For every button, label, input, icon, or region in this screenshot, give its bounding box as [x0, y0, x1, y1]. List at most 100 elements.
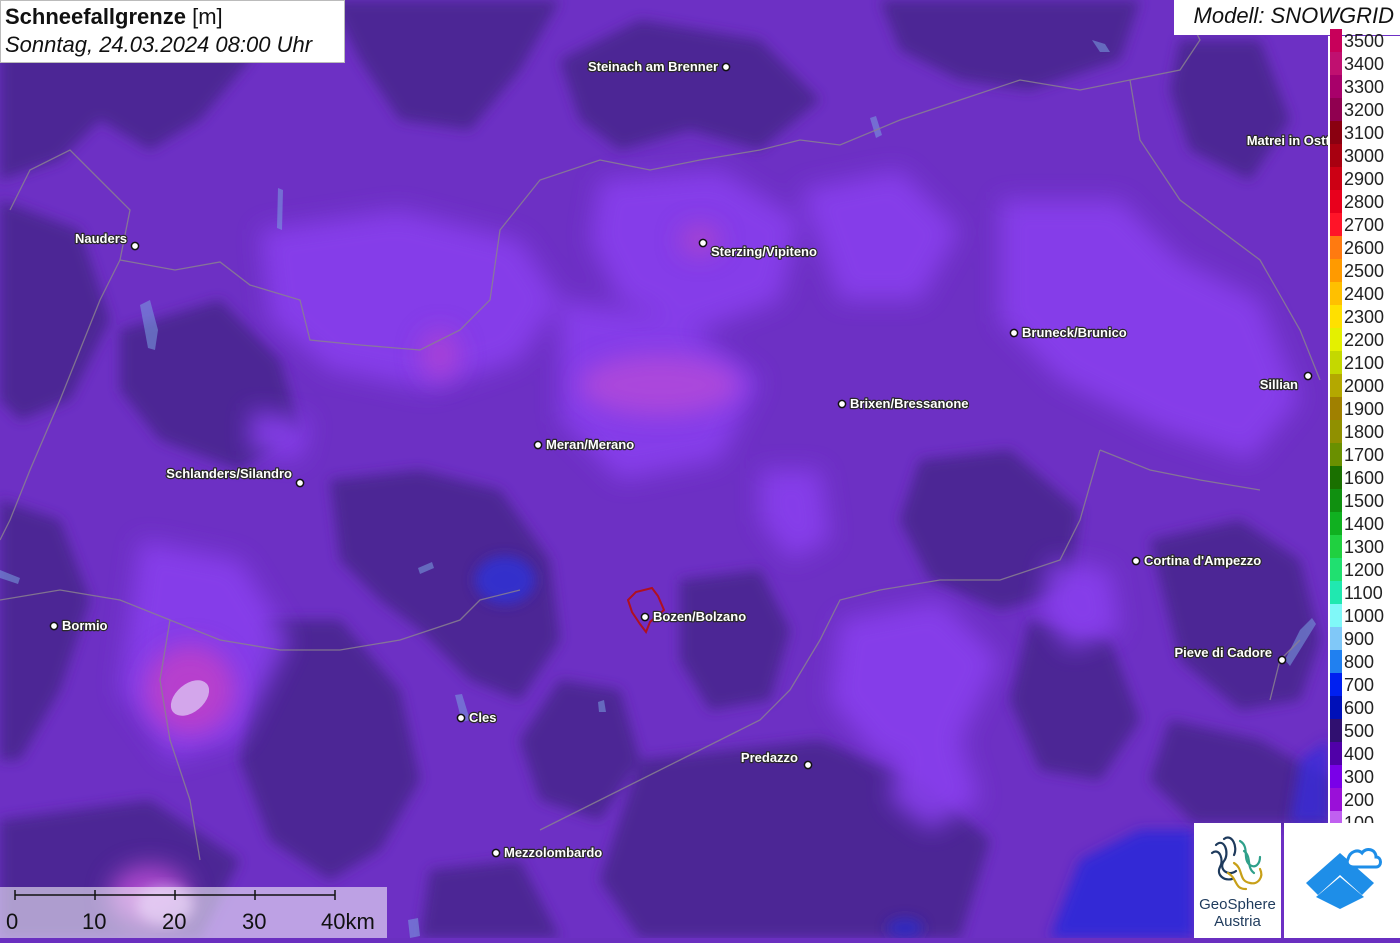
legend-row: 1700: [1328, 443, 1400, 466]
city-dot: [640, 612, 650, 622]
legend-row: 400: [1328, 742, 1400, 765]
parameter-unit: [m]: [192, 4, 223, 29]
legend-label: 900: [1344, 629, 1375, 649]
legend-label: 3300: [1344, 77, 1385, 97]
city-label: Nauders: [75, 231, 127, 246]
scale-label-30: 30: [242, 909, 267, 934]
city-marker: Bozen/Bolzano: [640, 608, 747, 625]
legend-row: 3200: [1328, 98, 1400, 121]
legend-swatch: [1330, 604, 1342, 627]
legend-swatch: [1330, 282, 1342, 305]
legend-swatch: [1330, 397, 1342, 420]
city-marker: Meran/Merano: [533, 436, 635, 453]
legend-swatch: [1330, 98, 1342, 121]
legend-row: 3100: [1328, 121, 1400, 144]
legend-swatch: [1330, 144, 1342, 167]
legend-swatch: [1330, 788, 1342, 811]
legend-label: 1400: [1344, 514, 1385, 534]
city-label: Brixen/Bressanone: [850, 396, 969, 411]
city-label: Bormio: [62, 618, 108, 633]
legend-label: 3200: [1344, 100, 1385, 120]
city-label: Meran/Merano: [546, 437, 634, 452]
city-dot: [698, 238, 708, 248]
legend-swatch: [1330, 259, 1342, 282]
city-label: Bozen/Bolzano: [653, 609, 746, 624]
city-dot: [1277, 655, 1287, 665]
legend-label: 600: [1344, 698, 1375, 718]
legend-row: 1000: [1328, 604, 1400, 627]
city-label: Bruneck/Brunico: [1022, 325, 1127, 340]
city-marker: Steinach am Brenner: [587, 58, 731, 75]
legend-row: 3500: [1328, 29, 1400, 52]
legend-label: 2000: [1344, 376, 1385, 396]
legend-row: 1100: [1328, 581, 1400, 604]
legend-swatch: [1330, 374, 1342, 397]
parameter-name: Schneefallgrenze: [5, 4, 186, 29]
geosphere-name-line2: Austria: [1214, 913, 1261, 930]
legend-row: 2200: [1328, 328, 1400, 351]
legend-label: 3100: [1344, 123, 1385, 143]
city-marker: Mezzolombardo: [491, 844, 603, 861]
legend-label: 3500: [1344, 31, 1385, 51]
city-dot: [1131, 556, 1141, 566]
city-label: Cles: [469, 710, 496, 725]
legend-row: 600: [1328, 696, 1400, 719]
legend-row: 900: [1328, 627, 1400, 650]
legend-swatch: [1330, 581, 1342, 604]
legend-swatch: [1330, 328, 1342, 351]
legend-swatch: [1330, 719, 1342, 742]
geosphere-logo[interactable]: GeoSphere Austria: [1194, 823, 1281, 938]
legend-label: 2600: [1344, 238, 1385, 258]
city-label: Predazzo: [741, 750, 798, 765]
legend-row: 1200: [1328, 558, 1400, 581]
legend-row: 800: [1328, 650, 1400, 673]
legend-row: 2000: [1328, 374, 1400, 397]
legend-swatch: [1330, 52, 1342, 75]
legend-label: 1100: [1344, 583, 1383, 603]
legend-label: 2700: [1344, 215, 1385, 235]
legend-swatch: [1330, 650, 1342, 673]
legend-row: 3400: [1328, 52, 1400, 75]
legend-label: 2900: [1344, 169, 1385, 189]
legend-label: 2800: [1344, 192, 1385, 212]
legend-swatch: [1330, 236, 1342, 259]
legend-swatch: [1330, 535, 1342, 558]
legend-swatch: [1330, 696, 1342, 719]
city-label: Pieve di Cadore: [1174, 645, 1272, 660]
legend-label: 800: [1344, 652, 1375, 672]
legend-label: 2100: [1344, 353, 1385, 373]
legend-label: 1600: [1344, 468, 1385, 488]
snowfall-limit-map[interactable]: Steinach am BrennerMatrei in OsttirolNau…: [0, 0, 1400, 938]
city-label: Mezzolombardo: [504, 845, 602, 860]
legend-label: 3400: [1344, 54, 1385, 74]
city-dot: [456, 713, 466, 723]
app-logo[interactable]: [1284, 823, 1400, 938]
map-title: Schneefallgrenze [m]: [5, 3, 340, 31]
city-marker: Bruneck/Brunico: [1009, 324, 1128, 341]
legend-swatch: [1330, 512, 1342, 535]
map-datetime: Sonntag, 24.03.2024 08:00 Uhr: [5, 32, 313, 57]
legend-row: 3300: [1328, 75, 1400, 98]
legend-label: 2200: [1344, 330, 1385, 350]
legend-swatch: [1330, 627, 1342, 650]
city-dot: [721, 62, 731, 72]
legend-row: 700: [1328, 673, 1400, 696]
legend-row: 2300: [1328, 305, 1400, 328]
legend-label: 3000: [1344, 146, 1385, 166]
legend-swatch: [1330, 765, 1342, 788]
legend-label: 300: [1344, 767, 1375, 787]
city-marker: Brixen/Bressanone: [837, 395, 970, 412]
snow-house-logo-icon: [1306, 848, 1382, 909]
title-panel: Schneefallgrenze [m] Sonntag, 24.03.2024…: [0, 0, 345, 63]
legend-swatch: [1330, 190, 1342, 213]
city-dot: [1009, 328, 1019, 338]
legend-row: 1600: [1328, 466, 1400, 489]
legend-row: 2600: [1328, 236, 1400, 259]
city-dot: [1303, 371, 1313, 381]
legend-swatch: [1330, 558, 1342, 581]
scale-bar: 0 10 20 30 40km: [0, 887, 387, 938]
legend-swatch: [1330, 351, 1342, 374]
city-dot: [533, 440, 543, 450]
city-dot: [491, 848, 501, 858]
legend-swatch: [1330, 213, 1342, 236]
